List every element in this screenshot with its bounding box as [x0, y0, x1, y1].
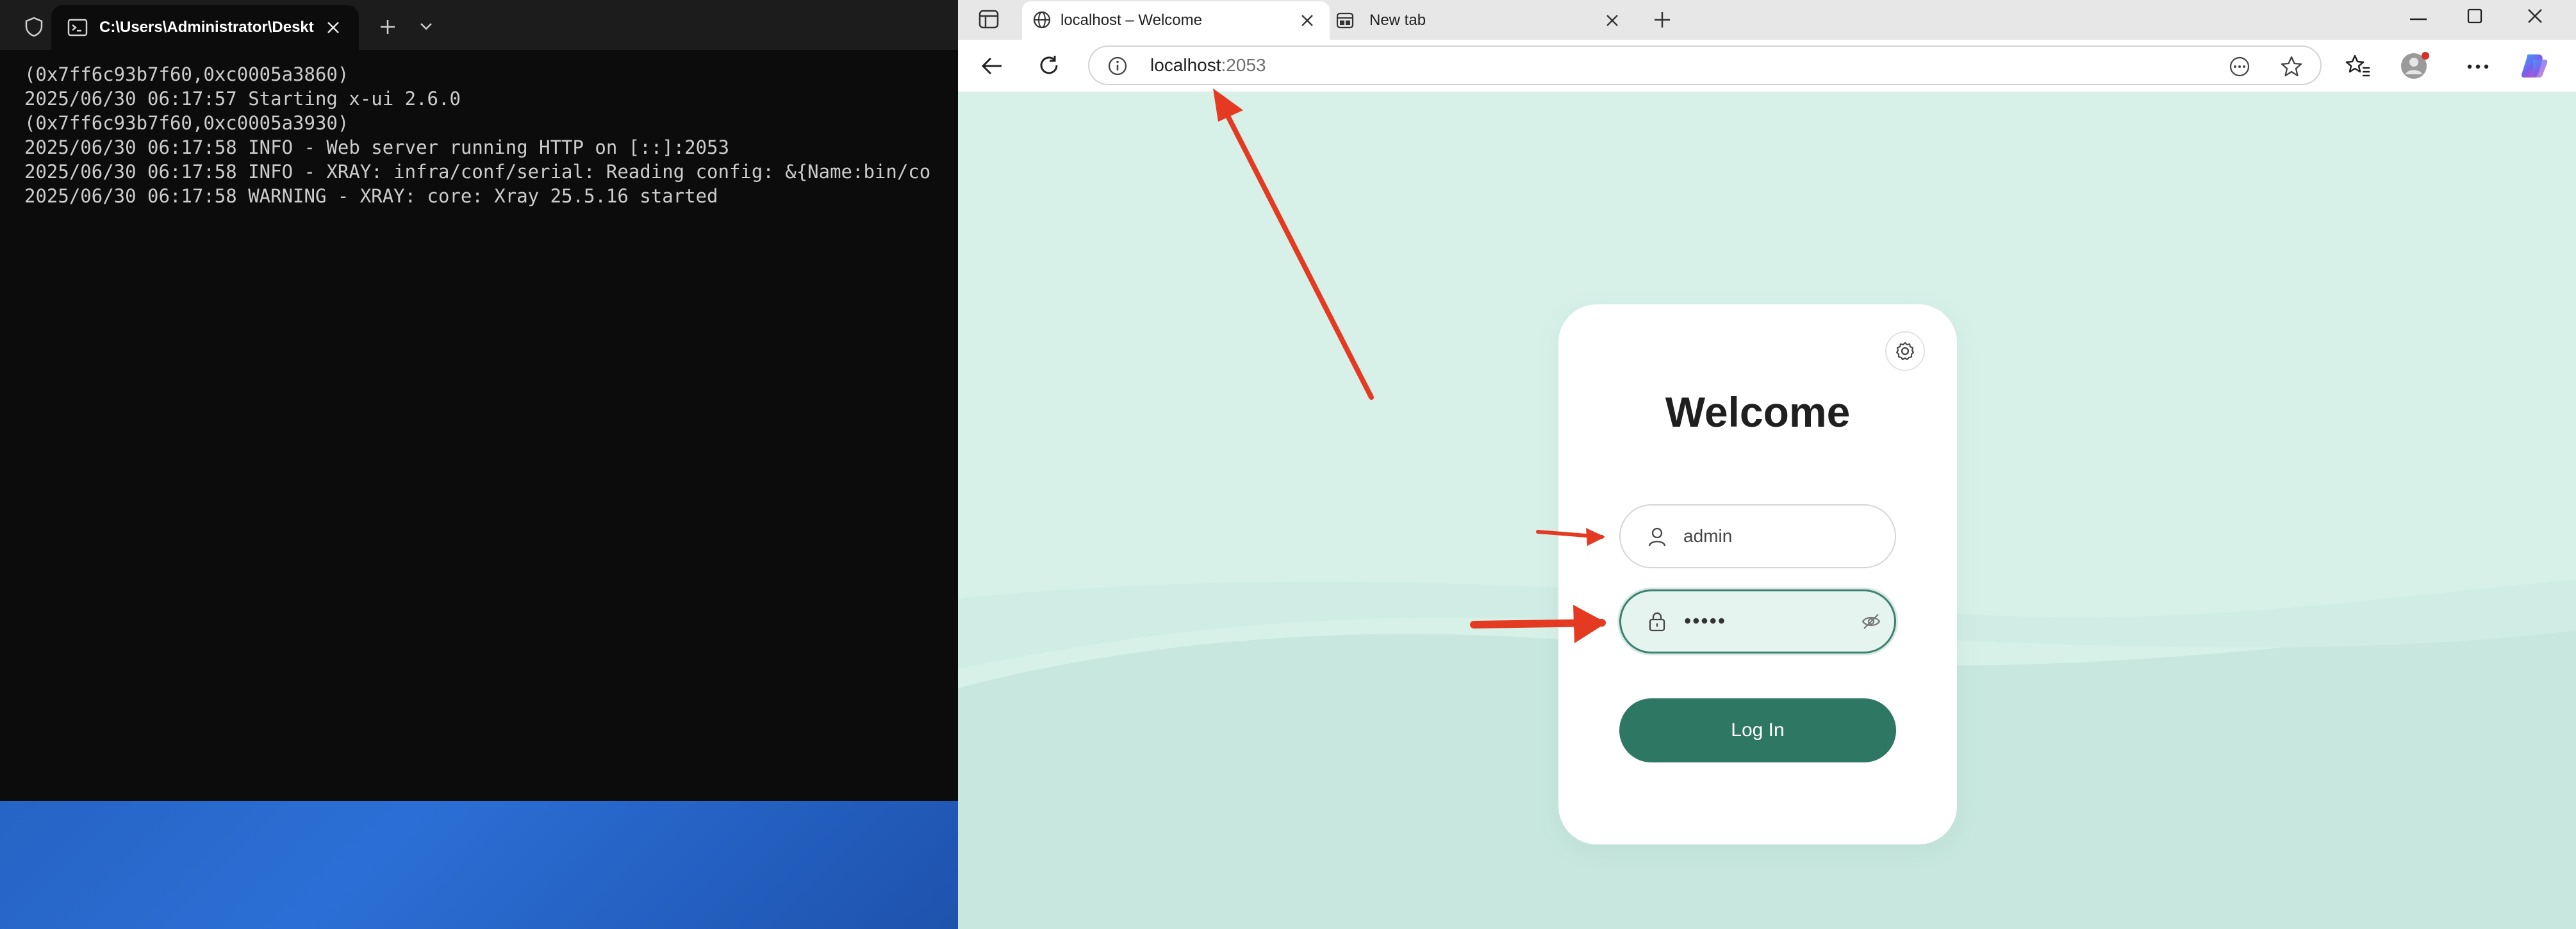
terminal-window: C:\Users\Administrator\Deskt (0x7ff6c93b… [0, 0, 958, 801]
terminal-line: 2025/06/30 06:17:58 INFO - XRAY: infra/c… [24, 161, 931, 183]
close-icon[interactable] [326, 20, 341, 35]
shield-icon[interactable] [24, 17, 44, 37]
arrow-annotation [1470, 605, 1606, 643]
terminal-line: (0x7ff6c93b7f60,0xc0005a3860) [24, 63, 349, 85]
annotation-arrows [1213, 88, 1606, 643]
terminal-tab-title: C:\Users\Administrator\Deskt [99, 19, 314, 36]
terminal-tab[interactable]: C:\Users\Administrator\Deskt [51, 5, 359, 50]
terminal-line: (0x7ff6c93b7f60,0xc0005a3930) [24, 112, 349, 134]
arrow-annotation [1536, 528, 1605, 546]
terminal-icon [67, 19, 88, 37]
terminal-line: 2025/06/30 06:17:57 Starting x-ui 2.6.0 [24, 88, 461, 110]
chevron-down-icon[interactable] [419, 21, 433, 31]
terminal-line: 2025/06/30 06:17:58 WARNING - XRAY: core… [24, 185, 718, 207]
browser-window: localhost – Welcome New tab localhost:20… [958, 0, 2576, 929]
terminal-line: 2025/06/30 06:17:58 INFO - Web server ru… [24, 136, 729, 158]
terminal-tabbar: C:\Users\Administrator\Deskt [0, 0, 958, 50]
arrow-annotation [1213, 88, 1374, 400]
plus-icon[interactable] [379, 19, 396, 35]
terminal-output[interactable]: (0x7ff6c93b7f60,0xc0005a3860) 2025/06/30… [24, 62, 954, 786]
